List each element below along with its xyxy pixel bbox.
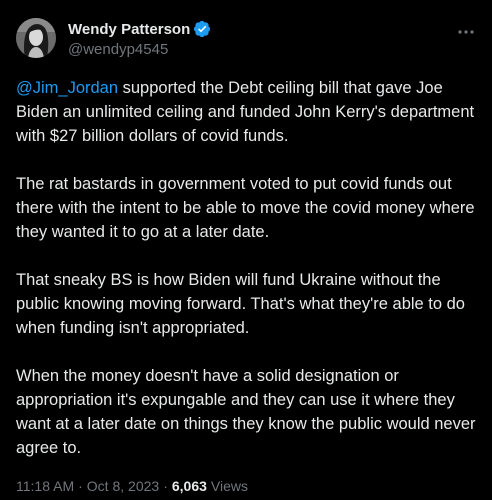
- more-options-icon[interactable]: [456, 22, 476, 42]
- verified-badge-icon[interactable]: [193, 20, 211, 38]
- meta-separator-2: ·: [163, 478, 168, 494]
- tweet-paragraph-4: When the money doesn't have a solid desi…: [16, 367, 476, 457]
- tweet-date[interactable]: Oct 8, 2023: [87, 478, 159, 494]
- tweet-paragraph-2: The rat bastards in government voted to …: [16, 175, 475, 241]
- tweet-card: Wendy Patterson @wendyp4545 @Jim_Jordan …: [0, 0, 492, 500]
- tweet-paragraph-3: That sneaky BS is how Biden will fund Uk…: [16, 271, 465, 337]
- tweet-text: @Jim_Jordan supported the Debt ceiling b…: [16, 76, 478, 460]
- author-info: Wendy Patterson @wendyp4545: [68, 19, 211, 58]
- mention-link[interactable]: @Jim_Jordan: [16, 79, 118, 97]
- avatar[interactable]: [16, 18, 56, 58]
- tweet-header: Wendy Patterson @wendyp4545: [16, 14, 476, 62]
- tweet-paragraph-1: @Jim_Jordan supported the Debt ceiling b…: [16, 76, 478, 148]
- views-label: Views: [210, 478, 248, 494]
- author-handle[interactable]: @wendyp4545: [68, 41, 211, 58]
- tweet-time[interactable]: 11:18 AM: [16, 478, 74, 494]
- display-name-row: Wendy Patterson: [68, 19, 211, 39]
- views-count: 6,063: [171, 478, 207, 494]
- avatar-photo-icon: [16, 18, 56, 58]
- meta-separator: ·: [78, 478, 83, 494]
- tweet-meta: 11:18 AM · Oct 8, 2023 · 6,063 Views: [16, 478, 248, 494]
- display-name[interactable]: Wendy Patterson: [68, 21, 190, 38]
